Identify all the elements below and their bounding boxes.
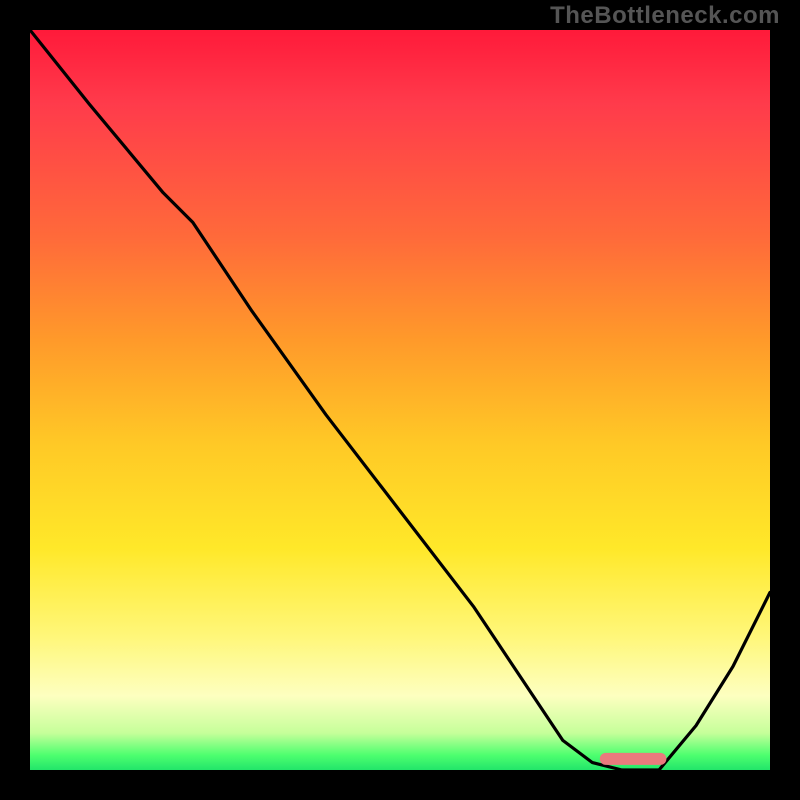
heat-gradient-bg (30, 30, 770, 770)
plot-area (30, 30, 770, 770)
watermark-text: TheBottleneck.com (550, 2, 780, 30)
chart-frame: TheBottleneck.com (0, 0, 800, 800)
